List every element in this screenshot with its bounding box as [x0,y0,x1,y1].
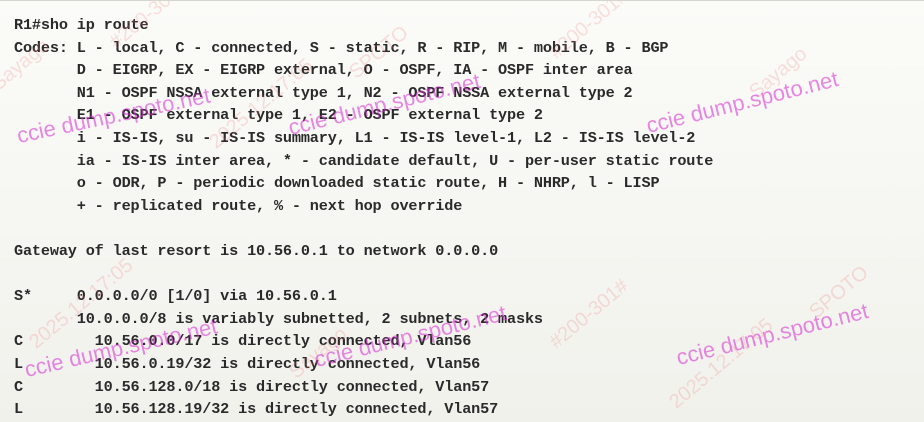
route-entry-local-vlan56: L 10.56.0.19/32 is directly connected, V… [14,354,481,373]
terminal-line-codes-4: E1 - OSPF external type 1, E2 - OSPF ext… [14,106,543,125]
terminal-line-codes-5: i - IS-IS, su - IS-IS summary, L1 - IS-I… [14,128,696,147]
terminal-line-codes-8: + - replicated route, % - next hop overr… [14,196,463,215]
terminal-text: R1#sho ip route Codes: L - local, C - con… [14,14,713,421]
terminal-line-prompt: R1#sho ip route [14,16,149,34]
watermark-faint: SPOTO [805,261,873,324]
terminal-line-gateway: Gateway of last resort is 10.56.0.1 to n… [14,241,499,260]
terminal-line-codes-7: o - ODR, P - periodic downloaded static … [14,174,660,193]
watermark-faint: Sayago [745,42,812,104]
route-entry-subnetted: 10.0.0.0/8 is variably subnetted, 2 subn… [14,309,543,328]
terminal-output-panel: R1#sho ip route Codes: L - local, C - con… [0,0,924,422]
terminal-line-codes-3: N1 - OSPF NSSA external type 1, N2 - OSP… [14,83,633,102]
route-entry-connected-vlan56: C 10.56.0.0/17 is directly connected, Vl… [14,332,472,351]
terminal-line-codes-2: D - EIGRP, EX - EIGRP external, O - OSPF… [14,61,633,80]
route-entry-default: S* 0.0.0.0/0 [1/0] via 10.56.0.1 [14,287,337,306]
route-entry-local-vlan57: L 10.56.128.19/32 is directly connected,… [14,400,499,419]
route-entry-connected-vlan57: C 10.56.128.0/18 is directly connected, … [14,377,490,396]
terminal-line-codes: Codes: L - local, C - connected, S - sta… [14,38,669,57]
terminal-line-codes-6: ia - IS-IS inter area, * - candidate def… [14,151,714,170]
